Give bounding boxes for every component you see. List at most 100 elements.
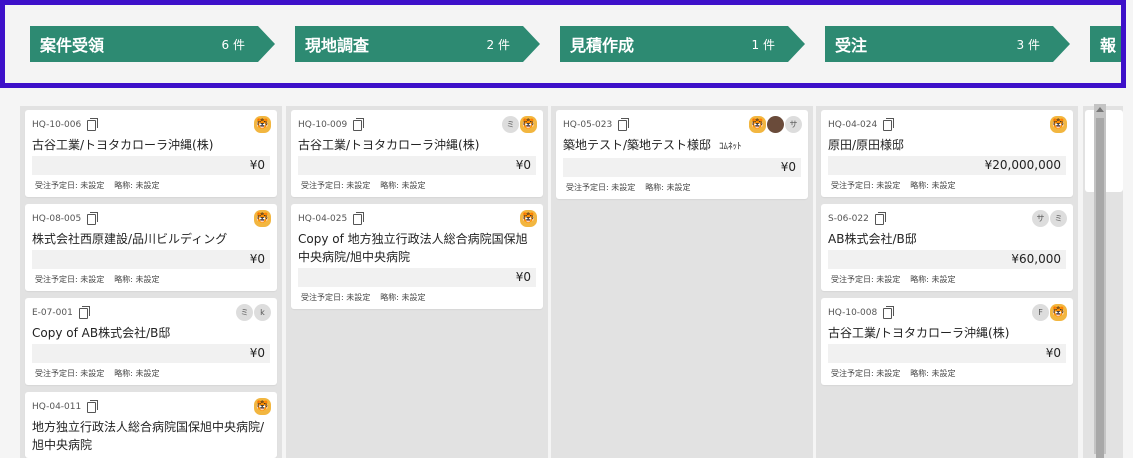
deal-meta: 受注予定日: 未設定 略称: 未設定 [298,175,536,193]
copy-icon[interactable] [883,305,895,319]
deal-title: Copy of AB株式会社/B邸 [32,326,171,340]
deal-card[interactable]: HQ-10-006 🐯 古谷工業/トヨタカローラ沖縄(株) ¥0 受注予定日: 未設定略… [25,110,277,197]
deal-code: HQ-10-008 [828,308,878,318]
deal-title-row: 地方独立行政法人総合病院国保旭中央病院/旭中央病院 [32,418,270,454]
deal-meta: 受注予定日: 未設定 略称: 未設定 [32,175,270,193]
assignee-avatars: F 🐯 [1032,304,1067,321]
user-initial-avatar: サ [785,116,802,133]
tiger-avatar-icon: 🐯 [254,398,271,415]
stage-name: 見積作成 [570,36,635,55]
deal-title: 築地テスト/築地テスト様邸 [563,138,712,152]
deal-amount: ¥0 [32,250,270,269]
deal-code-row: E-07-001 [32,304,270,322]
abbreviation: 略称: 未設定 [910,369,956,378]
expected-order-date: 受注予定日: 未設定 [35,275,105,284]
column-case-received: HQ-10-006 🐯 古谷工業/トヨタカローラ沖縄(株) ¥0 受注予定日: 未設定略… [20,106,282,458]
deal-title: 地方独立行政法人総合病院国保旭中央病院/旭中央病院 [32,420,265,452]
copy-icon[interactable] [353,211,365,225]
deal-title-row: 築地テスト/築地テスト様邸 ｺﾑﾈｯﾄ [563,136,801,156]
assignee-avatars: 🐯 [254,116,271,133]
tiger-avatar-icon: 🐯 [254,210,271,227]
deal-card[interactable]: HQ-08-005 🐯 株式会社西原建設/品川ビルディング ¥0 受注予定日: 未設定略… [25,204,277,291]
deal-title-row: Copy of 地方独立行政法人総合病院国保旭中央病院/旭中央病院 [298,230,536,266]
expected-order-date: 受注予定日: 未設定 [566,183,636,192]
copy-icon[interactable] [78,305,90,319]
deal-meta: 受注予定日: 未設定 略称: 未設定 [828,363,1066,381]
vertical-scrollbar[interactable] [1094,104,1106,458]
deal-amount: ¥0 [563,158,801,177]
deal-title: 株式会社西原建設/品川ビルディング [32,232,228,246]
stage-order[interactable]: 受注 3 件 [825,26,1070,62]
deal-meta: 受注予定日: 未設定 略称: 未設定 [298,287,536,305]
deal-title: 古谷工業/トヨタカローラ沖縄(株) [828,326,1010,340]
deal-amount: ¥20,000,000 [828,156,1066,175]
abbreviation: 略称: 未設定 [114,369,160,378]
stage-case-received[interactable]: 案件受領 6 件 [30,26,275,62]
deal-code-row: HQ-10-006 [32,116,270,134]
deal-card[interactable]: HQ-05-023 🐯 サ築地テスト/築地テスト様邸 ｺﾑﾈｯﾄ ¥0 受注予定日: 未設… [556,110,808,199]
deal-card[interactable]: HQ-10-009 ミ 🐯 古谷工業/トヨタカローラ沖縄(株) ¥0 受注予定日: 未設定… [291,110,543,197]
deal-card[interactable]: HQ-04-025 🐯 Copy of 地方独立行政法人総合病院国保旭中央病院/旭中… [291,204,543,309]
tiger-avatar-icon: 🐯 [520,116,537,133]
deal-card[interactable]: E-07-001 ミ k Copy of AB株式会社/B邸 ¥0 受注予定日: 未設定略… [25,298,277,385]
stage-site-survey[interactable]: 現地調査 2 件 [295,26,540,62]
kanban-board: HQ-10-006 🐯 古谷工業/トヨタカローラ沖縄(株) ¥0 受注予定日: 未設定略… [0,92,1133,458]
abbreviation: 略称: 未設定 [645,183,691,192]
deal-meta: 受注予定日: 未設定 略称: 未設定 [563,177,801,195]
deal-card[interactable]: S-06-022 サミ AB株式会社/B邸 ¥60,000 受注予定日: 未設定 略称: … [821,204,1073,291]
deal-code: E-07-001 [32,308,73,318]
column-estimate: HQ-05-023 🐯 サ築地テスト/築地テスト様邸 ｺﾑﾈｯﾄ ¥0 受注予定日: 未設… [551,106,813,458]
deal-code: S-06-022 [828,214,869,224]
stage-count: 3 件 [1016,37,1040,52]
abbreviation: 略称: 未設定 [380,181,426,190]
assignee-avatars: 🐯 [254,210,271,227]
deal-code-row: HQ-10-008 [828,304,1066,322]
abbreviation: 略称: 未設定 [114,275,160,284]
user-initial-avatar: ミ [1050,210,1067,227]
deal-card[interactable]: HQ-04-024 🐯 原田/原田様邸 ¥20,000,000 受注予定日: 未設定 略称… [821,110,1073,197]
copy-icon[interactable] [353,117,365,131]
deal-amount: ¥0 [32,156,270,175]
deal-amount: ¥0 [32,344,270,363]
tiger-avatar-icon: 🐯 [1050,304,1067,321]
deal-code-row: HQ-04-011 [32,398,270,416]
stage-count: 6 件 [221,37,245,52]
expected-order-date: 受注予定日: 未設定 [301,181,371,190]
copy-icon[interactable] [618,117,630,131]
assignee-avatars: ミ 🐯 [502,116,537,133]
deal-title: 古谷工業/トヨタカローラ沖縄(株) [32,138,214,152]
copy-icon[interactable] [87,211,99,225]
scroll-up-icon[interactable] [1096,107,1104,112]
deal-tag: ｺﾑﾈｯﾄ [719,142,742,152]
stage-name: 現地調査 [305,36,370,55]
deal-title-row: 古谷工業/トヨタカローラ沖縄(株) [298,136,536,154]
stage-report[interactable]: 報 [1090,26,1121,62]
abbreviation: 略称: 未設定 [114,181,160,190]
user-initial-avatar: ミ [236,304,253,321]
deal-card[interactable]: HQ-10-008 F 🐯 古谷工業/トヨタカローラ沖縄(株) ¥0 受注予定日: 未設定… [821,298,1073,385]
deal-amount: ¥0 [828,344,1066,363]
deal-code: HQ-04-011 [32,402,82,412]
copy-icon[interactable] [883,117,895,131]
copy-icon[interactable] [874,211,886,225]
deal-code-row: HQ-04-025 [298,210,536,228]
tiger-avatar-icon: 🐯 [1050,116,1067,133]
expected-order-date: 受注予定日: 未設定 [831,275,901,284]
assignee-avatars: 🐯 [520,210,537,227]
copy-icon[interactable] [87,117,99,131]
deal-title: Copy of 地方独立行政法人総合病院国保旭中央病院/旭中央病院 [298,232,528,264]
user-photo-avatar [767,116,784,133]
copy-icon[interactable] [87,399,99,413]
assignee-avatars: ミk [236,304,271,321]
column-site-survey: HQ-10-009 ミ 🐯 古谷工業/トヨタカローラ沖縄(株) ¥0 受注予定日: 未設定… [286,106,548,458]
tiger-avatar-icon: 🐯 [749,116,766,133]
stage-header-bar: 案件受領 6 件 現地調査 2 件 見積作成 1 件 受注 3 件 報 [0,0,1126,88]
deal-title-row: 古谷工業/トヨタカローラ沖縄(株) [32,136,270,154]
deal-title: 古谷工業/トヨタカローラ沖縄(株) [298,138,480,152]
deal-code: HQ-05-023 [563,120,613,130]
deal-title-row: 原田/原田様邸 [828,136,1066,154]
expected-order-date: 受注予定日: 未設定 [301,293,371,302]
stage-estimate[interactable]: 見積作成 1 件 [560,26,805,62]
scrollbar-thumb[interactable] [1096,118,1104,458]
deal-card[interactable]: HQ-04-011 🐯 地方独立行政法人総合病院国保旭中央病院/旭中央病院 [25,392,277,458]
